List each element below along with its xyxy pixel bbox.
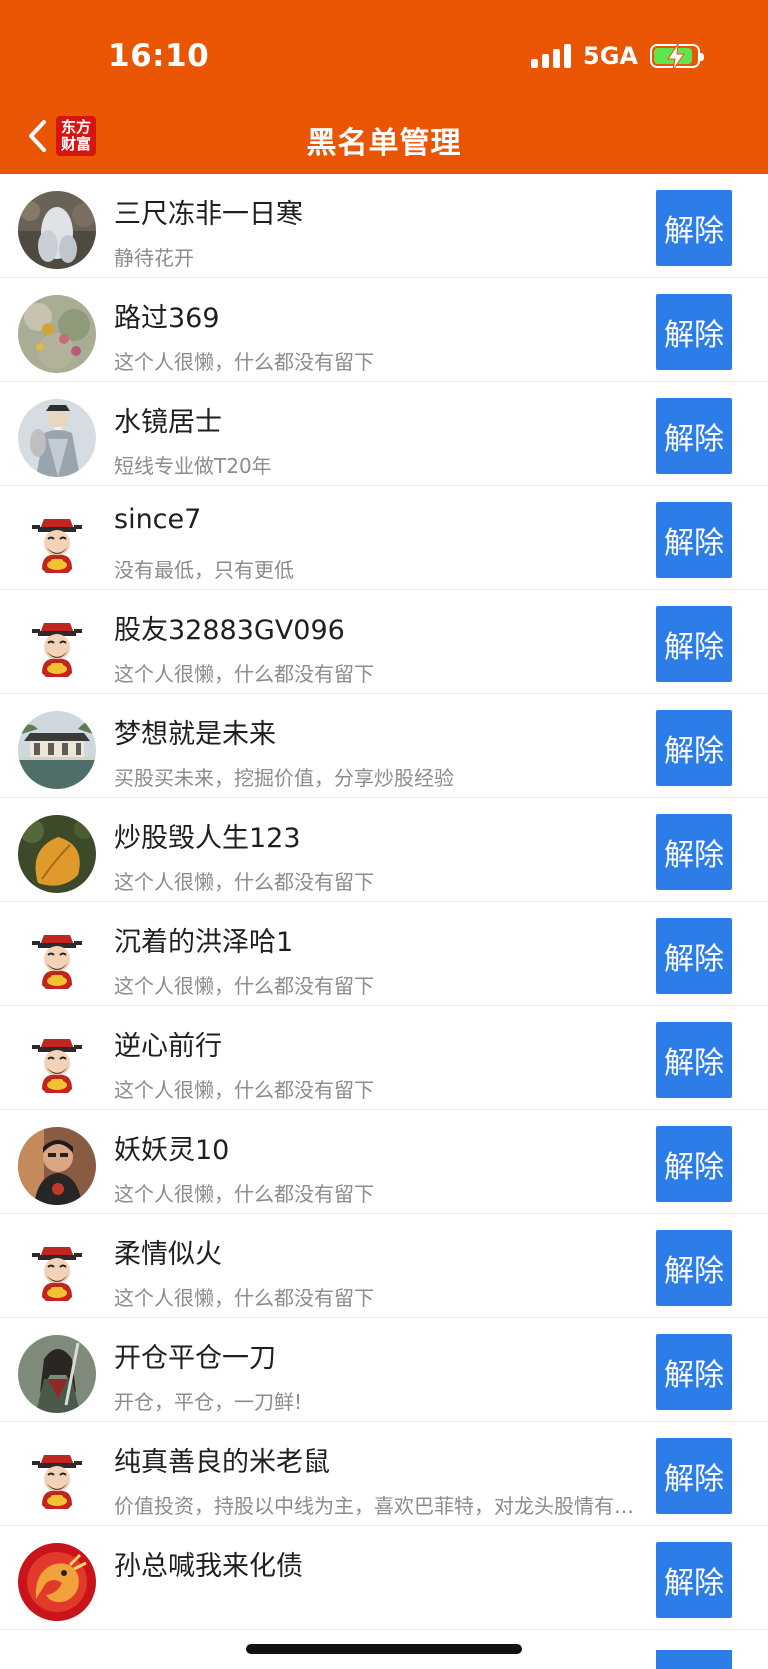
avatar[interactable] bbox=[18, 1335, 96, 1413]
user-bio: 开仓，平仓，一刀鲜! bbox=[114, 1390, 303, 1414]
avatar[interactable] bbox=[18, 919, 96, 997]
list-item[interactable]: 三尺冻非一日寒静待花开 解除 bbox=[0, 174, 768, 278]
user-bio: 短线专业做T20年 bbox=[114, 454, 272, 478]
battery-icon bbox=[650, 44, 704, 70]
user-name[interactable]: 股友32883GV096 bbox=[114, 608, 345, 647]
unblock-button[interactable]: 解除 bbox=[656, 606, 732, 682]
avatar[interactable] bbox=[18, 1439, 96, 1517]
status-time: 16:10 bbox=[108, 38, 210, 74]
unblock-button[interactable]: 解除 bbox=[656, 502, 732, 578]
avatar[interactable] bbox=[18, 295, 96, 373]
avatar[interactable] bbox=[18, 607, 96, 685]
user-bio: 价值投资，持股以中线为主，喜欢巴菲特，对龙头股情有独钟 bbox=[114, 1494, 640, 1518]
user-name[interactable]: 路过369 bbox=[114, 296, 220, 335]
home-indicator bbox=[246, 1644, 522, 1654]
page-title: 黑名单管理 bbox=[306, 126, 462, 161]
user-bio: 没有最低，只有更低 bbox=[114, 558, 294, 582]
unblock-button[interactable]: 解除 bbox=[656, 814, 732, 890]
avatar[interactable] bbox=[18, 1543, 96, 1621]
user-bio: 这个人很懒，什么都没有留下 bbox=[114, 662, 374, 686]
user-name[interactable]: 三尺冻非一日寒 bbox=[114, 192, 303, 231]
avatar[interactable] bbox=[18, 1023, 96, 1101]
unblock-button[interactable]: 解除 bbox=[656, 918, 732, 994]
list-item[interactable]: 炒股毁人生123 这个人很懒，什么都没有留下 解除 bbox=[0, 798, 768, 902]
app-header: 16:10 5GA 东方 财富 黑名单管理 bbox=[0, 0, 768, 174]
network-label: 5GA bbox=[583, 42, 638, 70]
signal-icon bbox=[531, 44, 572, 68]
list-item[interactable]: 孙总喊我来化债 解除 bbox=[0, 1526, 768, 1630]
user-name[interactable]: 炒股毁人生123 bbox=[114, 816, 301, 855]
list-item[interactable]: 路过369 这个人很懒，什么都没有留下 解除 bbox=[0, 278, 768, 382]
user-bio: 静待花开 bbox=[114, 246, 194, 270]
user-name[interactable]: 纯真善良的米老鼠 bbox=[114, 1440, 330, 1479]
avatar[interactable] bbox=[18, 503, 96, 581]
list-item[interactable]: 妖妖灵10 这个人很懒，什么都没有留下 解除 bbox=[0, 1110, 768, 1214]
list-item[interactable]: 股友32883GV096 这个人很懒，什么都没有留下 解除 bbox=[0, 590, 768, 694]
blacklist: 三尺冻非一日寒 静待花开 解除 路过369 这个人很懒，什么都没有留下 解除 水镜居士 短线专… bbox=[0, 174, 768, 1630]
user-bio: 这个人很懒，什么都没有留下 bbox=[114, 350, 374, 374]
unblock-button[interactable]: 解除 bbox=[656, 398, 732, 474]
list-item[interactable]: 纯真善良的米老鼠价值投资，持股以中线为主，喜欢巴菲特，对龙头股情有独钟 解除 bbox=[0, 1422, 768, 1526]
user-bio: 这个人很懒，什么都没有留下 bbox=[114, 870, 374, 894]
unblock-button[interactable]: 解除 bbox=[656, 1022, 732, 1098]
user-bio: 这个人很懒，什么都没有留下 bbox=[114, 1286, 374, 1310]
list-item[interactable]: 开仓平仓一刀开仓，平仓，一刀鲜! 解除 bbox=[0, 1318, 768, 1422]
user-name[interactable]: 水镜居士 bbox=[114, 400, 222, 439]
list-item[interactable]: 柔情似火这个人很懒，什么都没有留下 解除 bbox=[0, 1214, 768, 1318]
user-name[interactable]: 梦想就是未来 bbox=[114, 712, 276, 751]
unblock-button[interactable]: 解除 bbox=[656, 1542, 732, 1618]
user-bio: 买股买未来，挖掘价值，分享炒股经验 bbox=[114, 766, 454, 790]
unblock-button[interactable]: 解除 bbox=[656, 294, 732, 370]
status-indicators: 5GA bbox=[531, 42, 704, 70]
list-item[interactable]: 水镜居士短线专业做T20年 解除 bbox=[0, 382, 768, 486]
user-bio: 这个人很懒，什么都没有留下 bbox=[114, 1182, 374, 1206]
user-name[interactable]: 柔情似火 bbox=[114, 1232, 222, 1271]
list-item[interactable]: since7 没有最低，只有更低 解除 bbox=[0, 486, 768, 590]
unblock-button[interactable]: 解除 bbox=[656, 190, 732, 266]
avatar[interactable] bbox=[18, 399, 96, 477]
unblock-button[interactable]: 解除 bbox=[656, 710, 732, 786]
avatar[interactable] bbox=[18, 191, 96, 269]
avatar[interactable] bbox=[18, 815, 96, 893]
list-item[interactable]: 梦想就是未来买股买未来，挖掘价值，分享炒股经验 解除 bbox=[0, 694, 768, 798]
unblock-button[interactable]: 解除 bbox=[656, 1334, 732, 1410]
avatar[interactable] bbox=[18, 1127, 96, 1205]
user-name[interactable]: 逆心前行 bbox=[114, 1024, 222, 1063]
user-bio: 这个人很懒，什么都没有留下 bbox=[114, 1078, 374, 1102]
charging-bolt-icon bbox=[667, 44, 685, 70]
unblock-button[interactable]: 解除 bbox=[656, 1126, 732, 1202]
user-name[interactable]: 沉着的洪泽哈1 bbox=[114, 920, 293, 959]
list-item[interactable]: 逆心前行这个人很懒，什么都没有留下 解除 bbox=[0, 1006, 768, 1110]
user-bio: 这个人很懒，什么都没有留下 bbox=[114, 974, 374, 998]
user-name[interactable]: 孙总喊我来化债 bbox=[114, 1544, 303, 1583]
avatar[interactable] bbox=[18, 1231, 96, 1309]
avatar[interactable] bbox=[18, 711, 96, 789]
user-name[interactable]: since7 bbox=[114, 504, 201, 535]
list-item[interactable]: 沉着的洪泽哈1 这个人很懒，什么都没有留下 解除 bbox=[0, 902, 768, 1006]
unblock-button[interactable]: 解除 bbox=[656, 1230, 732, 1306]
unblock-button[interactable]: 解除 bbox=[656, 1438, 732, 1514]
user-name[interactable]: 开仓平仓一刀 bbox=[114, 1336, 276, 1375]
user-name[interactable]: 妖妖灵10 bbox=[114, 1128, 229, 1167]
